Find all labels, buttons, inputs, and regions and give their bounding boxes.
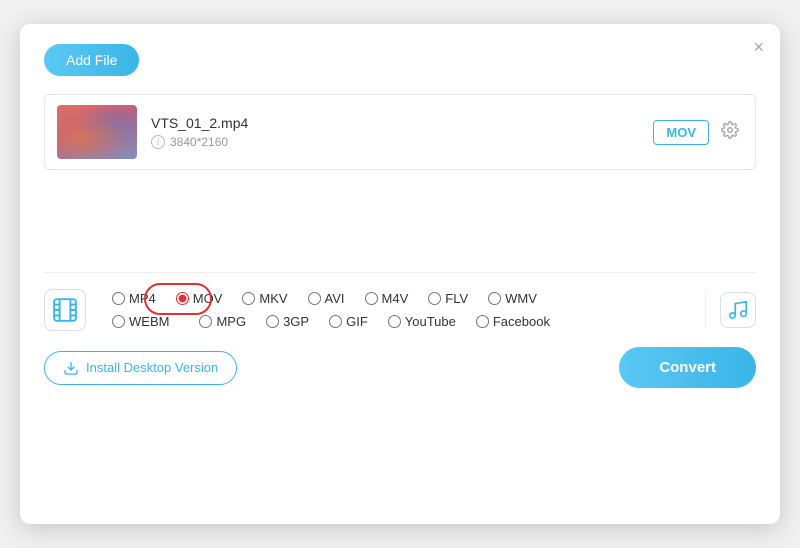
file-row: VTS_01_2.mp4 i 3840*2160 MOV (44, 94, 756, 170)
format-mpg-label: MPG (216, 314, 246, 329)
file-info: VTS_01_2.mp4 i 3840*2160 (151, 115, 639, 149)
format-m4v[interactable]: M4V (355, 289, 419, 308)
music-icon (720, 292, 756, 328)
format-wmv[interactable]: WMV (478, 289, 547, 308)
format-mp4[interactable]: MP4 (102, 289, 166, 308)
format-facebook[interactable]: Facebook (466, 312, 560, 331)
format-youtube[interactable]: YouTube (378, 312, 466, 331)
separator (705, 292, 706, 328)
format-mp4-label: MP4 (129, 291, 156, 306)
format-facebook-label: Facebook (493, 314, 550, 329)
add-file-button[interactable]: Add File (44, 44, 139, 76)
file-resolution: 3840*2160 (170, 135, 228, 149)
format-youtube-label: YouTube (405, 314, 456, 329)
format-avi-label: AVI (325, 291, 345, 306)
install-label: Install Desktop Version (86, 360, 218, 375)
settings-button[interactable] (717, 119, 743, 146)
content-spacer (44, 182, 756, 262)
format-3gp-label: 3GP (283, 314, 309, 329)
info-icon: i (151, 135, 165, 149)
format-flv-label: FLV (445, 291, 468, 306)
format-gif[interactable]: GIF (319, 312, 378, 331)
format-avi[interactable]: AVI (298, 289, 355, 308)
format-badge[interactable]: MOV (653, 120, 709, 145)
convert-button[interactable]: Convert (619, 347, 756, 388)
file-thumbnail (57, 105, 137, 159)
bottom-actions: Install Desktop Version Convert (44, 347, 756, 388)
format-selector: MP4 MOV MKV AVI (44, 289, 756, 331)
format-3gp[interactable]: 3GP (256, 312, 319, 331)
close-button[interactable]: × (753, 38, 764, 56)
file-meta: i 3840*2160 (151, 135, 639, 149)
format-mov[interactable]: MOV (166, 289, 233, 308)
format-webm[interactable]: WEBM (102, 312, 179, 331)
install-desktop-button[interactable]: Install Desktop Version (44, 351, 237, 385)
format-mkv-label: MKV (259, 291, 287, 306)
film-icon (44, 289, 86, 331)
main-dialog: × Add File VTS_01_2.mp4 i 3840*2160 MOV (20, 24, 780, 524)
format-wmv-label: WMV (505, 291, 537, 306)
format-flv[interactable]: FLV (418, 289, 478, 308)
format-gif-label: GIF (346, 314, 368, 329)
format-mkv[interactable]: MKV (232, 289, 297, 308)
format-webm-label: WEBM (129, 314, 169, 329)
format-mpg[interactable]: MPG (179, 312, 256, 331)
format-mov-label: MOV (193, 291, 223, 306)
download-icon (63, 360, 79, 376)
file-name: VTS_01_2.mp4 (151, 115, 639, 131)
bottom-section: MP4 MOV MKV AVI (44, 272, 756, 388)
format-m4v-label: M4V (382, 291, 409, 306)
